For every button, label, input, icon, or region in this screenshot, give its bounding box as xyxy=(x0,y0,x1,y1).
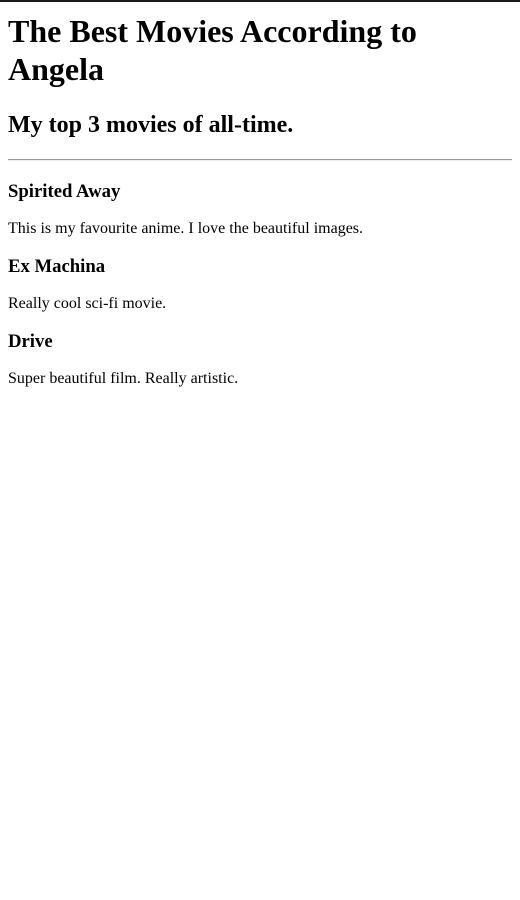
movie-description: Really cool sci-fi movie. xyxy=(8,295,167,312)
divider xyxy=(8,159,512,161)
movie-item: Spirited Away This is my favourite anime… xyxy=(8,181,512,238)
page-subtitle: My top 3 movies of all-time. xyxy=(8,112,294,138)
movie-title: Ex Machina xyxy=(8,256,106,277)
page-title: The Best Movies According to Angela xyxy=(8,13,417,87)
movie-title: Spirited Away xyxy=(8,181,121,202)
movie-item: Ex Machina Really cool sci-fi movie. xyxy=(8,256,512,313)
page-content: The Best Movies According to Angela My t… xyxy=(0,12,520,388)
movie-description: This is my favourite anime. I love the b… xyxy=(8,220,364,237)
movie-description: Super beautiful film. Really artistic. xyxy=(8,370,239,387)
movie-title: Drive xyxy=(8,331,53,352)
movie-item: Drive Super beautiful film. Really artis… xyxy=(8,331,512,388)
